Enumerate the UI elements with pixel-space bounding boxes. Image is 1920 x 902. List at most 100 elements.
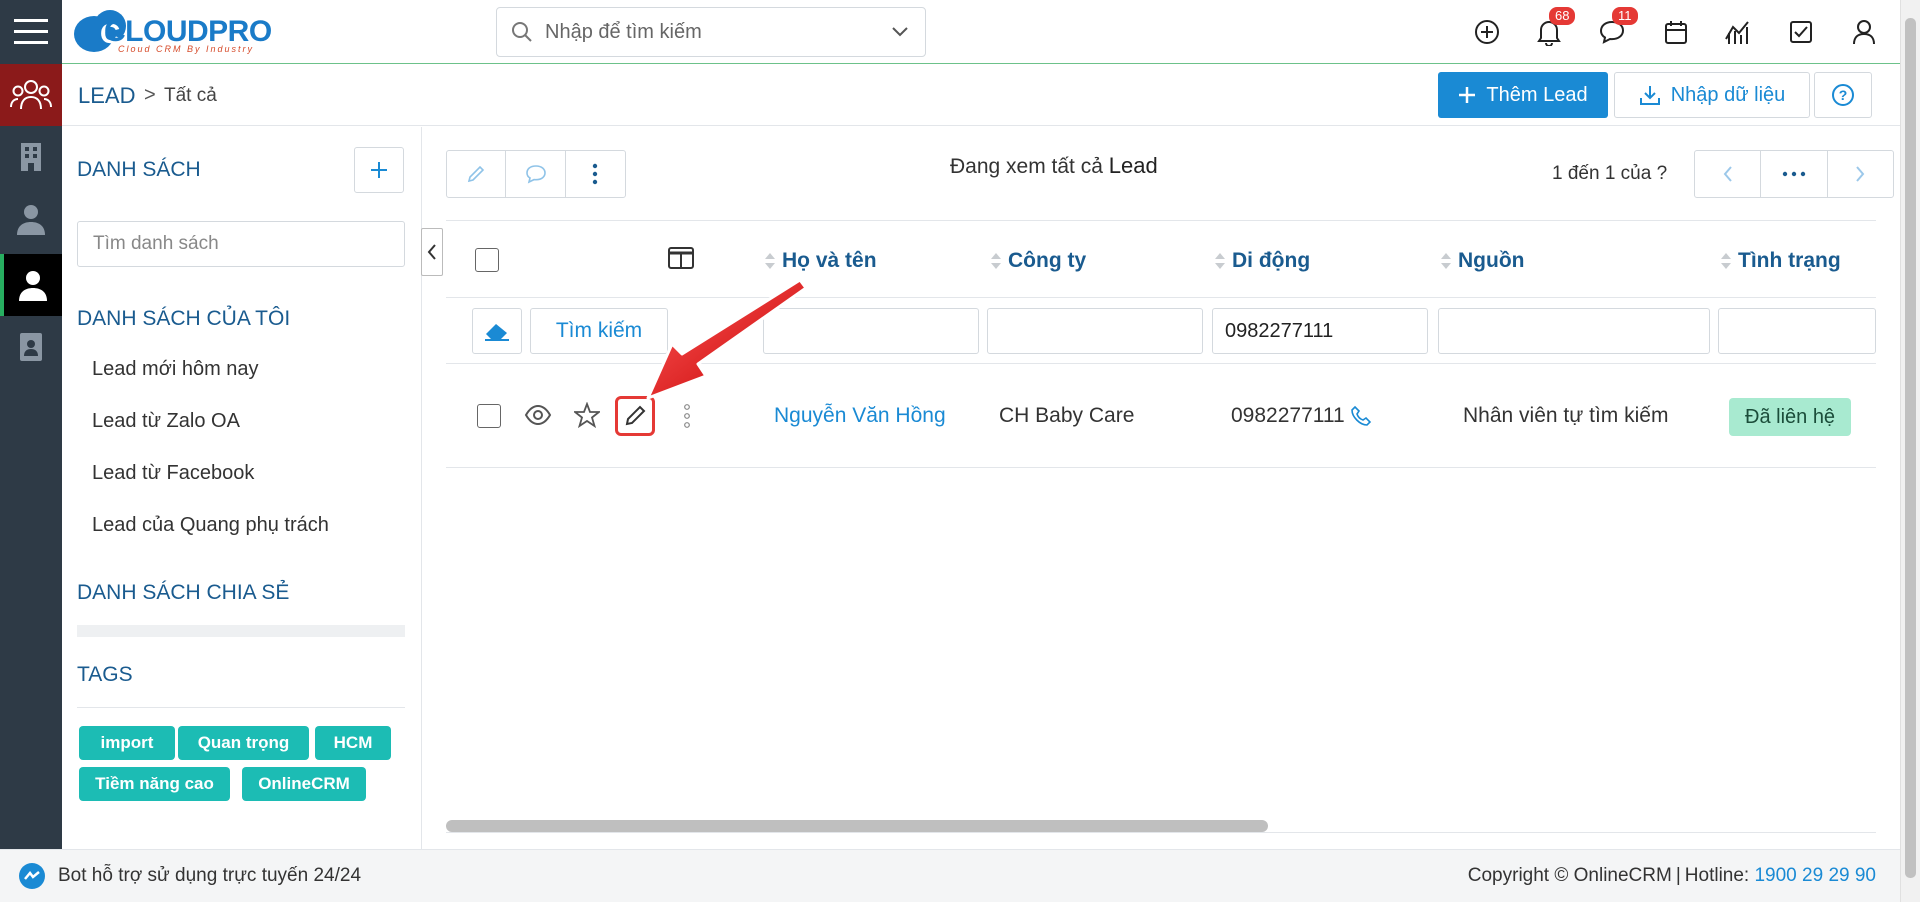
- column-header-label: Nguồn: [1458, 249, 1525, 272]
- lead-company: CH Baby Care: [999, 404, 1135, 427]
- collapse-panel-button[interactable]: [421, 228, 443, 276]
- help-button[interactable]: ?: [1814, 72, 1872, 118]
- shared-list-scroll-area[interactable]: [77, 625, 405, 637]
- breadcrumb-module[interactable]: LEAD: [78, 83, 135, 109]
- support-bot-link[interactable]: Bot hỗ trợ sử dụng trực tuyến 24/24: [58, 865, 361, 887]
- filter-company-input[interactable]: [987, 308, 1203, 354]
- more-actions-button[interactable]: [566, 151, 625, 197]
- sort-icon: [991, 253, 1001, 269]
- notification-count-badge: 68: [1549, 7, 1576, 25]
- lead-mobile: 0982277111: [1231, 404, 1345, 427]
- column-header-mobile[interactable]: Di động: [1214, 249, 1310, 273]
- import-data-label: Nhập dữ liệu: [1670, 83, 1786, 106]
- column-header-label: Tình trạng: [1738, 249, 1841, 272]
- row-checkbox[interactable]: [477, 404, 501, 428]
- search-icon: [512, 22, 532, 42]
- copyright-label: Copyright © OnlineCRM: [1467, 865, 1672, 886]
- user-profile-icon[interactable]: [1846, 14, 1882, 50]
- plus-icon: [1459, 87, 1476, 103]
- list-item[interactable]: Lead từ Zalo OA: [92, 410, 240, 433]
- list-item[interactable]: Lead từ Facebook: [92, 462, 254, 485]
- sort-icon: [1721, 253, 1731, 269]
- notification-bell-icon[interactable]: 68: [1531, 7, 1576, 50]
- sidebar-contact-card-icon[interactable]: [0, 316, 62, 378]
- download-icon: [1639, 86, 1660, 105]
- logo-tagline: Cloud CRM By Industry: [118, 44, 255, 54]
- star-icon[interactable]: [572, 401, 602, 433]
- bulk-comment-button[interactable]: [506, 151, 566, 197]
- list-item[interactable]: Lead của Quang phụ trách: [92, 514, 329, 537]
- horizontal-scrollbar[interactable]: [446, 820, 1268, 832]
- comment-icon: [525, 165, 546, 184]
- column-header-label: Công ty: [1008, 249, 1087, 272]
- tags-title: TAGS: [77, 663, 133, 686]
- new-list-button[interactable]: [354, 147, 404, 193]
- column-header-source[interactable]: Nguồn: [1440, 249, 1524, 273]
- chevron-right-icon: [1856, 166, 1865, 182]
- pencil-icon: [468, 165, 485, 183]
- add-lead-button[interactable]: Thêm Lead: [1438, 72, 1608, 118]
- filter-mobile-value: 0982277111: [1225, 319, 1334, 342]
- pagination-summary: 1 đến 1 của ?: [1552, 163, 1668, 184]
- hamburger-menu-icon[interactable]: [0, 0, 62, 64]
- add-circle-icon[interactable]: [1469, 14, 1505, 50]
- column-header-status[interactable]: Tình trạng: [1720, 249, 1841, 273]
- next-page-button[interactable]: [1828, 151, 1893, 197]
- divider: [77, 707, 405, 708]
- phone-call-icon[interactable]: [1350, 405, 1372, 432]
- list-search-placeholder: Tìm danh sách: [93, 233, 219, 254]
- page-more-button[interactable]: [1761, 151, 1828, 197]
- task-checkbox-icon[interactable]: [1783, 14, 1819, 50]
- bulk-edit-button[interactable]: [447, 151, 507, 197]
- filter-source-input[interactable]: [1438, 308, 1710, 354]
- chevron-down-icon[interactable]: [891, 26, 909, 38]
- sidebar-contact-icon[interactable]: [0, 188, 62, 250]
- sort-icon: [1441, 253, 1451, 269]
- view-eye-icon[interactable]: [524, 404, 552, 431]
- prev-page-button[interactable]: [1695, 151, 1762, 197]
- help-icon: ?: [1832, 84, 1854, 106]
- tag-chip[interactable]: OnlineCRM: [242, 767, 366, 801]
- hotline-label: Hotline:: [1684, 865, 1750, 886]
- sidebar-lead-user-icon[interactable]: [0, 254, 62, 316]
- column-header-label: Họ và tên: [782, 249, 877, 272]
- viewing-module: Lead: [1108, 153, 1158, 178]
- top-bar: C CLOUDPRO Cloud CRM By Industry Nhập để…: [0, 0, 1900, 64]
- tag-chip[interactable]: HCM: [315, 726, 391, 760]
- vertical-scrollbar[interactable]: [1900, 0, 1920, 902]
- breadcrumb-bar: LEAD > Tất cả Thêm Lead Nhập dữ liệu ?: [62, 64, 1900, 126]
- column-settings-icon[interactable]: [668, 247, 694, 274]
- column-header-label: Di động: [1232, 249, 1311, 272]
- select-all-checkbox[interactable]: [475, 248, 499, 272]
- column-header-name[interactable]: Họ và tên: [764, 249, 877, 273]
- breadcrumb-separator: >: [144, 84, 156, 106]
- tag-chip[interactable]: import: [79, 726, 175, 760]
- chat-bubble-icon[interactable]: 11: [1594, 7, 1638, 50]
- tag-chip[interactable]: Tiềm năng cao: [79, 767, 230, 801]
- chevron-left-icon: [427, 244, 436, 260]
- filter-mobile-input[interactable]: 0982277111: [1212, 308, 1428, 354]
- message-count-badge: 11: [1612, 7, 1638, 25]
- clear-filter-button[interactable]: [472, 308, 522, 354]
- viewing-prefix: Đang xem tất cả: [950, 155, 1103, 178]
- copyright-text: Copyright © OnlineCRM | Hotline: 1900 29 2…: [1467, 865, 1876, 886]
- add-lead-label: Thêm Lead: [1486, 83, 1588, 106]
- column-header-company[interactable]: Công ty: [990, 249, 1086, 273]
- report-chart-icon[interactable]: [1720, 14, 1756, 50]
- hotline-number[interactable]: 1900 29 29 90: [1754, 865, 1876, 886]
- import-data-button[interactable]: Nhập dữ liệu: [1614, 72, 1810, 118]
- scrollbar-thumb[interactable]: [1905, 18, 1916, 878]
- module-sidebar: [0, 64, 62, 849]
- global-search-input[interactable]: Nhập để tìm kiếm: [496, 7, 926, 57]
- calendar-icon[interactable]: [1658, 14, 1694, 50]
- messenger-icon[interactable]: [18, 862, 46, 895]
- filter-status-input[interactable]: [1718, 308, 1876, 354]
- list-search-input[interactable]: Tìm danh sách: [77, 221, 405, 267]
- sidebar-leads-icon[interactable]: [0, 64, 62, 126]
- cloudpro-logo[interactable]: C CLOUDPRO Cloud CRM By Industry: [70, 4, 300, 60]
- bulk-action-toolbar: [446, 150, 626, 198]
- list-item[interactable]: Lead mới hôm nay: [92, 358, 259, 381]
- sidebar-building-icon[interactable]: [0, 126, 62, 188]
- tag-chip[interactable]: Quan trọng: [178, 726, 309, 760]
- filter-search-label: Tìm kiếm: [555, 319, 643, 342]
